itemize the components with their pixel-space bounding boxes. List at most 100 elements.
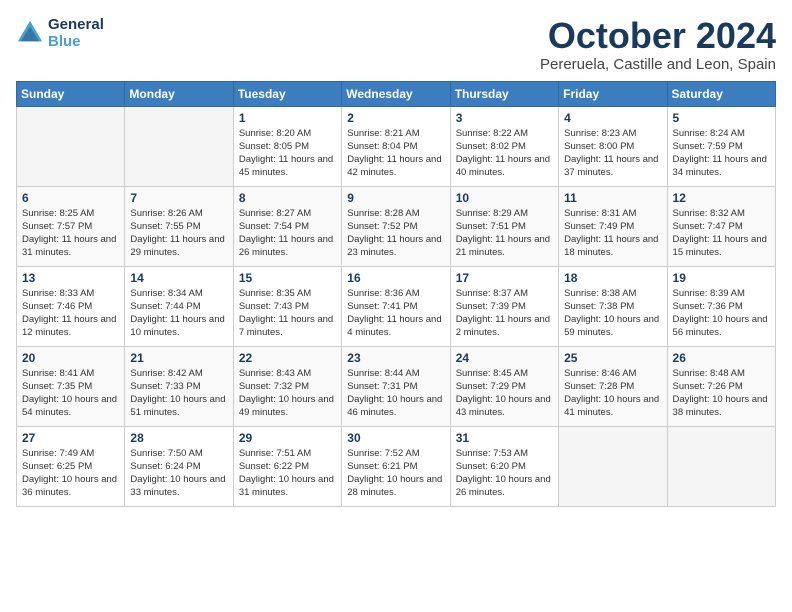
calendar-cell: 17Sunrise: 8:37 AM Sunset: 7:39 PM Dayli… [450,266,558,346]
day-number: 10 [456,191,553,205]
calendar-cell: 10 Sunrise: 8:29 AM Sunset: 7:51 PM Dayli… [450,186,558,266]
calendar-cell [125,106,233,186]
day-info: Sunrise: 8:34 AM Sunset: 7:44 PM Dayligh… [130,287,227,340]
title-block: October 2024 Pereruela, Castille and Leo… [540,16,776,73]
day-header-saturday: Saturday [667,81,775,106]
day-number: 11 [564,191,661,205]
day-number: 5 [673,111,770,125]
logo: General Blue [16,16,104,50]
calendar-cell: 22Sunrise: 8:43 AM Sunset: 7:32 PM Dayli… [233,346,341,426]
calendar-cell: 31 Sunrise: 7:53 AM Sunset: 6:20 PM Dayli… [450,426,558,506]
calendar-cell: 4 Sunrise: 8:23 AM Sunset: 8:00 PM Daylig… [559,106,667,186]
day-info: Sunrise: 8:46 AM Sunset: 7:28 PM Dayligh… [564,367,661,420]
location: Pereruela, Castille and Leon, Spain [540,56,776,73]
day-info: Sunrise: 8:29 AM Sunset: 7:51 PM Dayligh… [456,207,553,260]
day-info: Sunrise: 8:22 AM Sunset: 8:02 PM Dayligh… [456,127,553,180]
calendar-table: SundayMondayTuesdayWednesdayThursdayFrid… [16,81,776,507]
calendar-cell: 21Sunrise: 8:42 AM Sunset: 7:33 PM Dayli… [125,346,233,426]
day-info: Sunrise: 8:20 AM Sunset: 8:05 PM Dayligh… [239,127,336,180]
day-info: Sunrise: 8:35 AM Sunset: 7:43 PM Dayligh… [239,287,336,340]
calendar-cell: 1 Sunrise: 8:20 AM Sunset: 8:05 PM Daylig… [233,106,341,186]
calendar-cell: 16Sunrise: 8:36 AM Sunset: 7:41 PM Dayli… [342,266,450,346]
day-info: Sunrise: 8:44 AM Sunset: 7:31 PM Dayligh… [347,367,444,420]
day-number: 6 [22,191,119,205]
day-number: 2 [347,111,444,125]
calendar-week-row: 27 Sunrise: 7:49 AM Sunset: 6:25 PM Dayli… [17,426,776,506]
day-number: 3 [456,111,553,125]
calendar-cell: 8Sunrise: 8:27 AM Sunset: 7:54 PM Daylig… [233,186,341,266]
calendar-cell: 13Sunrise: 8:33 AM Sunset: 7:46 PM Dayli… [17,266,125,346]
day-info: Sunrise: 8:48 AM Sunset: 7:26 PM Dayligh… [673,367,770,420]
day-info: Sunrise: 8:24 AM Sunset: 7:59 PM Dayligh… [673,127,770,180]
calendar-cell: 3 Sunrise: 8:22 AM Sunset: 8:02 PM Daylig… [450,106,558,186]
page-header: General Blue October 2024 Pereruela, Cas… [16,16,776,73]
calendar-header-row: SundayMondayTuesdayWednesdayThursdayFrid… [17,81,776,106]
day-number: 26 [673,351,770,365]
day-info: Sunrise: 8:45 AM Sunset: 7:29 PM Dayligh… [456,367,553,420]
day-info: Sunrise: 8:23 AM Sunset: 8:00 PM Dayligh… [564,127,661,180]
calendar-cell: 2 Sunrise: 8:21 AM Sunset: 8:04 PM Daylig… [342,106,450,186]
day-number: 31 [456,431,553,445]
calendar-cell [17,106,125,186]
day-info: Sunrise: 8:26 AM Sunset: 7:55 PM Dayligh… [130,207,227,260]
calendar-cell [667,426,775,506]
calendar-cell: 25Sunrise: 8:46 AM Sunset: 7:28 PM Dayli… [559,346,667,426]
calendar-cell: 27 Sunrise: 7:49 AM Sunset: 6:25 PM Dayli… [17,426,125,506]
calendar-cell: 26 Sunrise: 8:48 AM Sunset: 7:26 PM Dayli… [667,346,775,426]
day-number: 15 [239,271,336,285]
day-info: Sunrise: 7:50 AM Sunset: 6:24 PM Dayligh… [130,447,227,500]
day-number: 19 [673,271,770,285]
calendar-cell: 14 Sunrise: 8:34 AM Sunset: 7:44 PM Dayli… [125,266,233,346]
calendar-cell: 29Sunrise: 7:51 AM Sunset: 6:22 PM Dayli… [233,426,341,506]
day-info: Sunrise: 8:42 AM Sunset: 7:33 PM Dayligh… [130,367,227,420]
day-number: 13 [22,271,119,285]
day-info: Sunrise: 8:43 AM Sunset: 7:32 PM Dayligh… [239,367,336,420]
calendar-cell: 28 Sunrise: 7:50 AM Sunset: 6:24 PM Dayli… [125,426,233,506]
day-number: 9 [347,191,444,205]
day-header-tuesday: Tuesday [233,81,341,106]
month-title: October 2024 [540,16,776,56]
calendar-week-row: 1 Sunrise: 8:20 AM Sunset: 8:05 PM Daylig… [17,106,776,186]
day-number: 20 [22,351,119,365]
calendar-cell: 30 Sunrise: 7:52 AM Sunset: 6:21 PM Dayli… [342,426,450,506]
day-info: Sunrise: 8:21 AM Sunset: 8:04 PM Dayligh… [347,127,444,180]
day-number: 1 [239,111,336,125]
day-number: 8 [239,191,336,205]
day-info: Sunrise: 8:31 AM Sunset: 7:49 PM Dayligh… [564,207,661,260]
day-number: 30 [347,431,444,445]
calendar-cell: 19 Sunrise: 8:39 AM Sunset: 7:36 PM Dayli… [667,266,775,346]
day-number: 4 [564,111,661,125]
day-info: Sunrise: 8:37 AM Sunset: 7:39 PM Dayligh… [456,287,553,340]
day-info: Sunrise: 8:28 AM Sunset: 7:52 PM Dayligh… [347,207,444,260]
day-info: Sunrise: 7:49 AM Sunset: 6:25 PM Dayligh… [22,447,119,500]
calendar-cell: 6 Sunrise: 8:25 AM Sunset: 7:57 PM Daylig… [17,186,125,266]
day-number: 27 [22,431,119,445]
day-header-friday: Friday [559,81,667,106]
calendar-cell: 20 Sunrise: 8:41 AM Sunset: 7:35 PM Dayli… [17,346,125,426]
logo-text: General Blue [48,16,104,50]
day-info: Sunrise: 8:36 AM Sunset: 7:41 PM Dayligh… [347,287,444,340]
day-info: Sunrise: 7:52 AM Sunset: 6:21 PM Dayligh… [347,447,444,500]
calendar-cell: 12 Sunrise: 8:32 AM Sunset: 7:47 PM Dayli… [667,186,775,266]
logo-icon [16,19,44,47]
day-header-monday: Monday [125,81,233,106]
calendar-cell [559,426,667,506]
day-number: 14 [130,271,227,285]
day-number: 12 [673,191,770,205]
day-info: Sunrise: 8:39 AM Sunset: 7:36 PM Dayligh… [673,287,770,340]
calendar-week-row: 20 Sunrise: 8:41 AM Sunset: 7:35 PM Dayli… [17,346,776,426]
day-header-sunday: Sunday [17,81,125,106]
calendar-cell: 15 Sunrise: 8:35 AM Sunset: 7:43 PM Dayli… [233,266,341,346]
calendar-week-row: 13Sunrise: 8:33 AM Sunset: 7:46 PM Dayli… [17,266,776,346]
day-header-thursday: Thursday [450,81,558,106]
day-info: Sunrise: 8:25 AM Sunset: 7:57 PM Dayligh… [22,207,119,260]
day-info: Sunrise: 7:53 AM Sunset: 6:20 PM Dayligh… [456,447,553,500]
day-info: Sunrise: 8:38 AM Sunset: 7:38 PM Dayligh… [564,287,661,340]
day-number: 18 [564,271,661,285]
day-info: Sunrise: 8:41 AM Sunset: 7:35 PM Dayligh… [22,367,119,420]
day-number: 23 [347,351,444,365]
day-info: Sunrise: 8:32 AM Sunset: 7:47 PM Dayligh… [673,207,770,260]
day-number: 28 [130,431,227,445]
day-info: Sunrise: 7:51 AM Sunset: 6:22 PM Dayligh… [239,447,336,500]
calendar-cell: 18 Sunrise: 8:38 AM Sunset: 7:38 PM Dayli… [559,266,667,346]
